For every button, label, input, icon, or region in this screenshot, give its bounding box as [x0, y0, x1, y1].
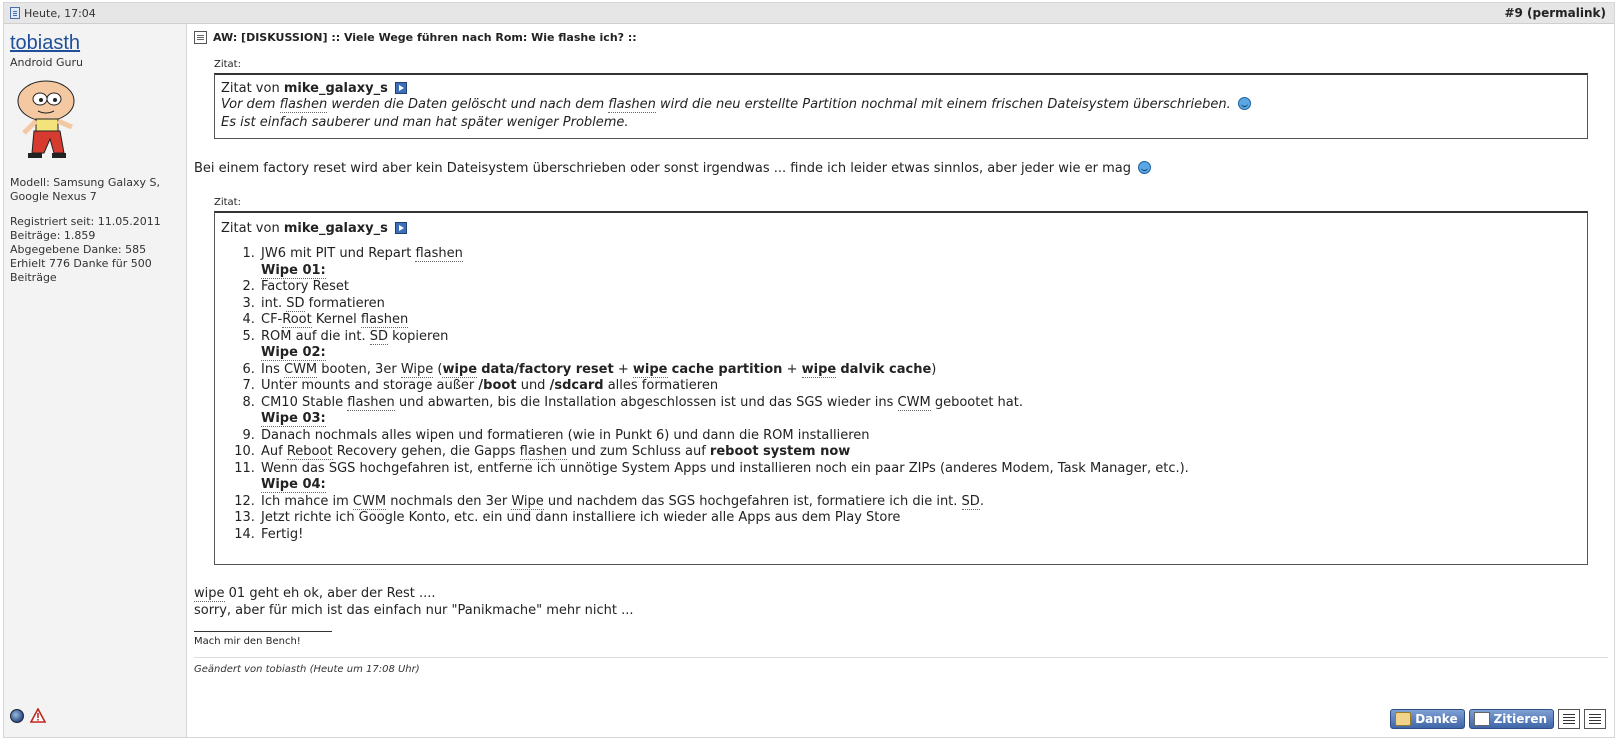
post-count: Beiträge: 1.859 [10, 229, 96, 242]
status-icon[interactable] [10, 708, 24, 723]
list-item: Ich mahce im CWM nochmals den 3er Wipe u… [259, 493, 1581, 511]
quote-box-2: Zitat von mike_galaxy_s JW6 mit PIT und … [214, 211, 1588, 565]
list-item: CM10 Stable flashen und abwarten, bis di… [259, 394, 1581, 428]
list-item: JW6 mit PIT und Repart flashen Wipe 01: [259, 246, 1581, 279]
arrow-icon[interactable] [395, 82, 408, 94]
signature-divider [194, 631, 332, 632]
list-item: Wenn das SGS hochgefahren ist, entferne … [259, 461, 1581, 494]
title-icon [194, 31, 207, 44]
list-item: int. SD formatieren [259, 295, 1581, 313]
user-info-panel: tobiasth Android Guru Modell: Samsung Ga… [4, 24, 187, 737]
quote-label: Zitat: [214, 59, 241, 70]
registered-date: Registriert seit: 11.05.2011 [10, 215, 161, 228]
list-item: Jetzt richte ich Google Konto, etc. ein … [259, 510, 1581, 527]
post-number[interactable]: #9 (permalink) [1504, 6, 1606, 20]
permalink-link[interactable]: (permalink) [1527, 6, 1606, 20]
reply-text-1: Bei einem factory reset wird aber kein D… [194, 160, 1608, 177]
thanks-received: Erhielt 776 Danke für 500 [10, 257, 152, 270]
post-date: Heute, 17:04 [24, 6, 96, 20]
reply-text-2: wipe 01 geht eh ok, aber der Rest .... s… [194, 586, 634, 618]
list-item: CF-Root Kernel flashen [259, 312, 1581, 329]
quote-icon [1473, 712, 1490, 726]
list-item: Factory Reset [259, 279, 1581, 296]
post-actions: Danke Zitieren [1390, 709, 1606, 729]
quote-author: Zitat von mike_galaxy_s [221, 221, 1581, 236]
list-item: Unter mounts and storage außer /boot und… [259, 378, 1581, 395]
thanks-button[interactable]: Danke [1390, 709, 1465, 729]
post-content: AW: [DISKUSSION] :: Viele Wege führen na… [194, 24, 1608, 737]
list-item: Fertig! [259, 527, 1581, 544]
avatar[interactable] [10, 77, 90, 159]
arrow-icon[interactable] [395, 222, 408, 234]
steps-list: JW6 mit PIT und Repart flashen Wipe 01: … [221, 246, 1581, 543]
smiley-icon [1237, 97, 1251, 110]
multiquote-icon[interactable] [1558, 709, 1580, 729]
doc-icon [10, 7, 20, 19]
thanks-given: Abgegebene Danke: 585 [10, 243, 147, 256]
user-meta: Modell: Samsung Galaxy S, Google Nexus 7… [10, 176, 180, 285]
quote-button[interactable]: Zitieren [1468, 709, 1554, 729]
report-icon[interactable] [30, 708, 46, 723]
quote-text: Vor dem flashen werden die Daten gelösch… [221, 96, 1581, 132]
smiley-icon [1138, 161, 1152, 174]
list-item: Auf Reboot Recovery gehen, die Gapps fla… [259, 444, 1581, 461]
post-header: Heute, 17:04 #9 (permalink) [4, 3, 1614, 24]
signature: Mach mir den Bench! [194, 636, 301, 647]
post-title: AW: [DISKUSSION] :: Viele Wege führen na… [213, 31, 637, 44]
thanks-icon [1395, 712, 1412, 726]
username-link[interactable]: tobiasth [10, 32, 180, 55]
user-title: Android Guru [10, 56, 84, 69]
edit-note: Geändert von tobiasth (Heute um 17:08 Uh… [194, 657, 1608, 675]
post-container: Heute, 17:04 #9 (permalink) tobiasth And… [3, 2, 1615, 738]
list-item: ROM auf die int. SD kopieren Wipe 02: [259, 328, 1581, 362]
quote-box-1: Zitat von mike_galaxy_s Vor dem flashen … [214, 73, 1588, 139]
edit-icon[interactable] [1584, 709, 1606, 729]
quote-author: Zitat von mike_galaxy_s [221, 81, 1581, 96]
quote-label: Zitat: [214, 197, 241, 208]
list-item: Ins CWM booten, 3er Wipe (wipe data/fact… [259, 361, 1581, 379]
list-item: Danach nochmals alles wipen und formatie… [259, 428, 1581, 445]
